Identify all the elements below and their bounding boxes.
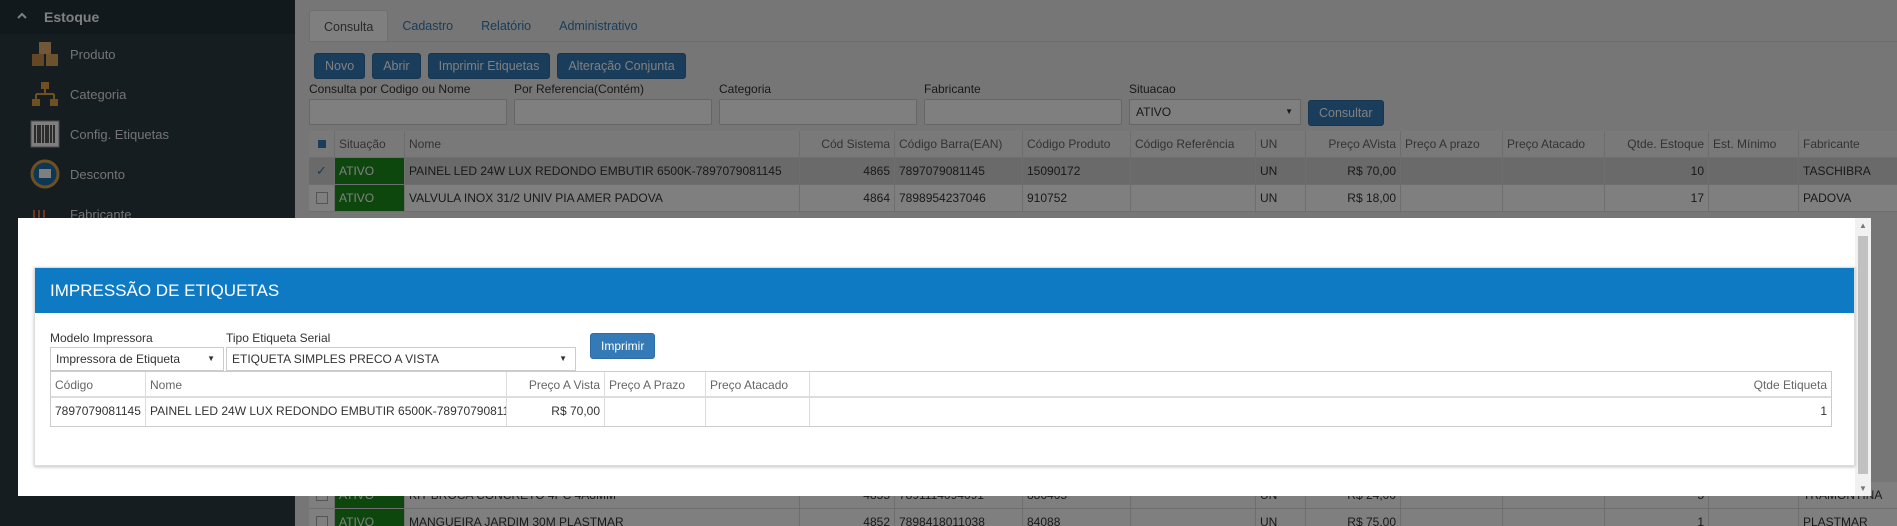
print-labels-modal: ▲ ▼ IMPRESSÃO DE ETIQUETAS Modelo Impres…	[18, 218, 1871, 496]
printer-model-value: Impressora de Etiqueta	[56, 352, 181, 366]
print-labels-panel: IMPRESSÃO DE ETIQUETAS Modelo Impressora…	[34, 267, 1855, 466]
caret-down-icon: ▼	[207, 354, 215, 363]
labels-table: Código Nome Preço A Vista Preço A Prazo …	[50, 371, 1832, 427]
printer-model-select[interactable]: Impressora de Etiqueta ▼	[50, 347, 224, 371]
labels-table-header: Código Nome Preço A Vista Preço A Prazo …	[51, 372, 1831, 398]
serial-label-type-value: ETIQUETA SIMPLES PRECO A VISTA	[232, 352, 439, 366]
labels-col-header: Preço A Vista	[507, 372, 605, 396]
label-quantity-cell[interactable]: 1	[810, 398, 1831, 426]
print-button[interactable]: Imprimir	[590, 333, 656, 359]
serial-label-type-select[interactable]: ETIQUETA SIMPLES PRECO A VISTA ▼	[226, 347, 576, 371]
labels-cell	[605, 398, 706, 426]
table-row[interactable]: 7897079081145 PAINEL LED 24W LUX REDONDO…	[51, 398, 1831, 426]
labels-cell: PAINEL LED 24W LUX REDONDO EMBUTIR 6500K…	[146, 398, 507, 426]
scroll-down-icon[interactable]: ▼	[1855, 484, 1871, 493]
printer-model-label: Modelo Impressora	[50, 331, 153, 345]
labels-cell: 7897079081145	[51, 398, 146, 426]
scrollbar-thumb[interactable]	[1858, 236, 1868, 474]
labels-col-header: Nome	[146, 372, 507, 396]
labels-col-header: Qtde Etiqueta	[1753, 378, 1827, 392]
modal-scrollbar[interactable]: ▲ ▼	[1855, 218, 1871, 496]
labels-col-header: Preço A Prazo	[605, 372, 706, 396]
labels-cell: R$ 70,00	[507, 398, 605, 426]
labels-cell	[706, 398, 810, 426]
modal-title: IMPRESSÃO DE ETIQUETAS	[35, 268, 1854, 313]
labels-col-header: Preço Atacado	[706, 372, 810, 396]
serial-label-type-label: Tipo Etiqueta Serial	[226, 331, 331, 345]
labels-col-header: Código	[51, 372, 146, 396]
caret-down-icon: ▼	[559, 354, 567, 363]
scroll-up-icon[interactable]: ▲	[1855, 221, 1871, 230]
